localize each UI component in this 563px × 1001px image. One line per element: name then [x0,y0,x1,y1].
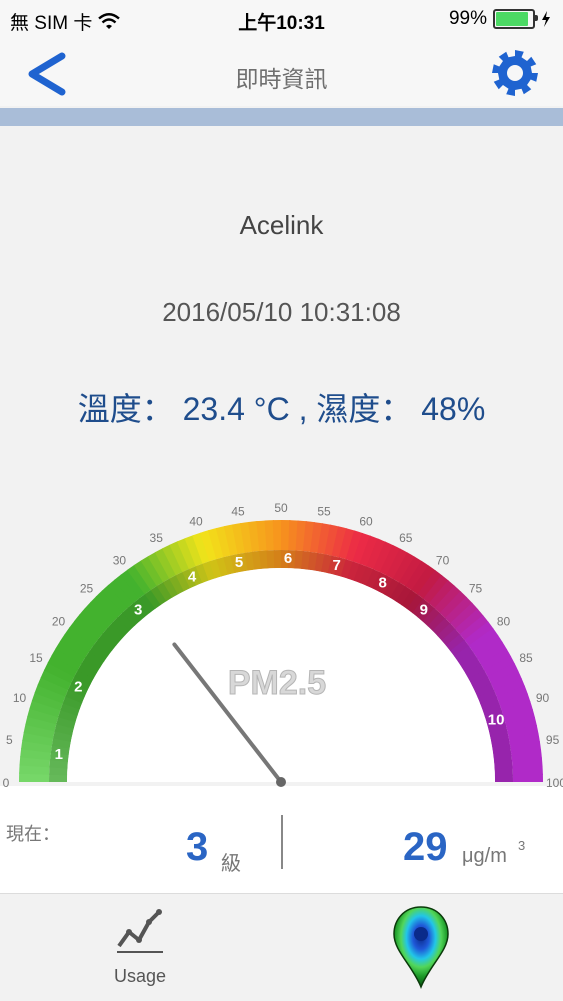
gauge-tick-label: 55 [317,504,331,518]
gear-icon [492,50,538,96]
gauge-tick-label: 60 [359,515,373,529]
tab-usage[interactable]: Usage [105,902,175,992]
gauge-tick-label: 30 [113,554,127,568]
gauge-tick-label: 90 [536,691,550,705]
status-bar: 無 SIM 卡 上午10:31 99% [0,0,563,40]
nav-bar: 即時資訊 [0,40,563,106]
gauge-tick-label: 35 [150,531,164,545]
now-label: 現在： [6,824,60,844]
gauge-tick-label: 65 [399,531,413,545]
battery-fill [496,12,528,26]
gauge-level-label: 8 [379,574,387,591]
battery-percent: 99% [448,8,487,29]
gauge-arc-segment [494,774,513,782]
gauge-level-label: 2 [74,679,82,696]
gauge-tick-label: 85 [519,651,533,665]
gauge-level-label: 10 [488,712,505,729]
temperature-humidity: 溫度： 23.4 °C , 濕度： 48% [77,391,486,427]
page-title: 即時資訊 [235,66,328,92]
map-pin-icon [393,906,449,989]
gauge-tick-label: 20 [52,614,66,628]
settings-button[interactable] [490,48,540,98]
gauge-tick-label: 50 [274,501,288,515]
gauge-level-label: 7 [333,557,341,574]
gauge-needle-hub [276,777,286,787]
gauge-tick-label: 80 [497,614,511,628]
gauge-tick-label: 100 [546,776,563,790]
gauge-level-label: 1 [55,746,63,763]
tab-bar [0,893,563,1001]
gauge-level-label: 6 [284,550,292,567]
reading-timestamp: 2016/05/10 10:31:08 [162,297,401,327]
back-button[interactable] [22,50,72,98]
chevron-left-icon [28,52,66,96]
gauge-label: PM2.5 [228,664,326,702]
gauge-level-label: 9 [420,601,428,618]
gauge-tick-label: 5 [6,733,13,747]
gauge-level-label: 4 [188,568,197,585]
aqi-level-unit: 級 [221,853,241,875]
tab-usage-label: Usage [113,966,167,986]
device-name: Acelink [239,210,324,240]
tab-map[interactable] [388,903,454,993]
gauge-tick-label: 70 [436,554,450,568]
gauge-tick-label: 95 [546,733,560,747]
gauge-tick-label: 15 [29,651,43,665]
gauge-arc-segment [273,550,283,569]
gauge-arc-segment [272,520,283,551]
readings-divider [281,815,283,869]
pm-concentration-unit: μg/m [462,845,507,867]
pm-unit-superscript: 3 [518,838,526,853]
pm-concentration-value: 29 [403,825,448,869]
gauge-tick-label: 75 [469,582,483,596]
gauge-arc-segment [512,773,543,782]
gauge-tick-label: 0 [3,776,10,790]
gauge-tick-label: 25 [80,582,94,596]
gauge-level-label: 5 [235,554,243,571]
aqi-level-value: 3 [186,825,209,869]
gauge-tick-label: 40 [189,515,203,529]
gauge-tick-label: 45 [231,504,245,518]
gauge-tick-label: 10 [13,691,27,705]
pm25-gauge: 051015202530354045 50 55606570758085909510… [3,501,563,790]
line-chart-icon [117,909,163,953]
nav-separator [0,108,563,126]
gauge-level-label: 3 [134,601,142,618]
battery-icon [493,9,538,29]
status-right: 99% [449,8,551,30]
charging-icon [542,11,550,27]
